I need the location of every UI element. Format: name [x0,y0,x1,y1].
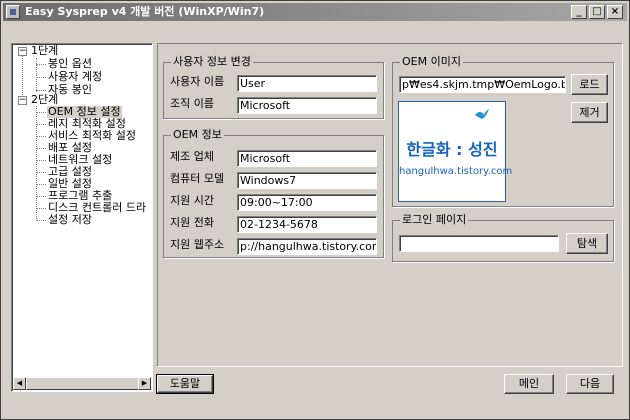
logo-url: hangulhwa.tistory.com [399,166,513,177]
tree-connector [36,106,37,219]
scroll-left-icon[interactable]: ◀ [13,377,26,390]
oem-image-path-field[interactable]: p₩es4.skjm.tmp₩OemLogo.bmp [399,76,566,93]
login-page-title: 로그인 페이지 [400,213,469,227]
user-info-group: 사용자 정보 변경 사용자 이름 User 조직 이름 Microsoft [163,55,384,119]
scroll-thumb[interactable] [26,377,139,390]
oem-image-title: OEM 이미지 [400,55,463,69]
support-hours-label: 지원 시간 [170,194,214,207]
tree-connector [36,184,46,185]
organization-label: 조직 이름 [170,97,214,110]
organization-field[interactable]: Microsoft [237,97,377,114]
manufacturer-field[interactable]: Microsoft [237,150,377,167]
maximize-button[interactable]: □ [589,5,605,19]
app-window: Easy Sysprep v4 개발 버전 (WinXP/Win7) _ □ ×… [0,0,630,420]
tree-connector [36,112,46,113]
oem-settings-panel: 사용자 정보 변경 사용자 이름 User 조직 이름 Microsoft OE… [157,43,623,367]
model-label: 컴퓨터 모델 [170,172,225,185]
tree-connector [36,220,46,221]
user-name-label: 사용자 이름 [170,75,225,88]
window-title: Easy Sysprep v4 개발 버전 (WinXP/Win7) [25,5,265,18]
next-button[interactable]: 다음 [566,374,614,394]
tree-connector [36,77,46,78]
scroll-right-icon[interactable]: ▶ [138,377,151,390]
tree-connector [36,196,46,197]
close-button[interactable]: × [607,5,623,19]
tree-connector [36,64,46,65]
model-field[interactable]: Windows7 [237,172,377,189]
remove-image-button[interactable]: 제거 [571,102,608,123]
tree-connector [36,208,46,209]
support-url-label: 지원 웹주소 [170,238,225,251]
app-icon [6,5,20,19]
support-hours-field[interactable]: 09:00~17:00 [237,194,377,211]
help-button[interactable]: 도움말 [156,374,214,394]
load-image-button[interactable]: 로드 [571,74,608,95]
tree-connector [36,136,46,137]
tree-connector [22,53,23,101]
oem-info-group: OEM 정보 제조 업체 Microsoft 컴퓨터 모델 Windows7 지… [163,128,384,258]
tree-item-seal-options[interactable]: 봉인 옵션 [47,58,93,70]
logo-title: 한글화 : 성진 [406,140,498,159]
tree-connector [36,160,46,161]
settings-tree[interactable]: − 1단계 봉인 옵션 사용자 계정 자동 봉인 − 2단계 OEM 정보 설정… [11,43,153,392]
tree-connector [36,90,46,91]
main-button[interactable]: 메인 [504,374,554,394]
user-name-field[interactable]: User [237,75,377,92]
tree-horizontal-scrollbar[interactable]: ◀ ▶ [13,377,151,390]
login-page-group: 로그인 페이지 탐색 [392,213,614,262]
user-info-title: 사용자 정보 변경 [171,55,253,69]
collapse-icon[interactable]: − [18,47,27,56]
bird-icon [475,109,489,119]
tree-item-save-settings[interactable]: 설정 저장 [47,214,93,226]
oem-logo-preview: 한글화 : 성진 hangulhwa.tistory.com [398,101,513,202]
login-page-path-field[interactable] [399,235,559,252]
browse-button[interactable]: 탐색 [566,233,608,254]
title-bar[interactable]: Easy Sysprep v4 개발 버전 (WinXP/Win7) _ □ × [3,3,627,21]
tree-group-step1[interactable]: 1단계 [30,45,59,57]
collapse-icon[interactable]: − [18,96,27,105]
oem-info-title: OEM 정보 [171,128,224,142]
tree-item-user-account[interactable]: 사용자 계정 [47,71,103,83]
tree-connector [36,124,46,125]
support-phone-label: 지원 전화 [170,216,214,229]
minimize-button[interactable]: _ [571,5,587,19]
manufacturer-label: 제조 업체 [170,150,214,163]
tree-connector [36,172,46,173]
support-url-field[interactable]: p://hangulhwa.tistory.com/ [237,238,377,255]
tree-connector [36,148,46,149]
support-phone-field[interactable]: 02-1234-5678 [237,216,377,233]
